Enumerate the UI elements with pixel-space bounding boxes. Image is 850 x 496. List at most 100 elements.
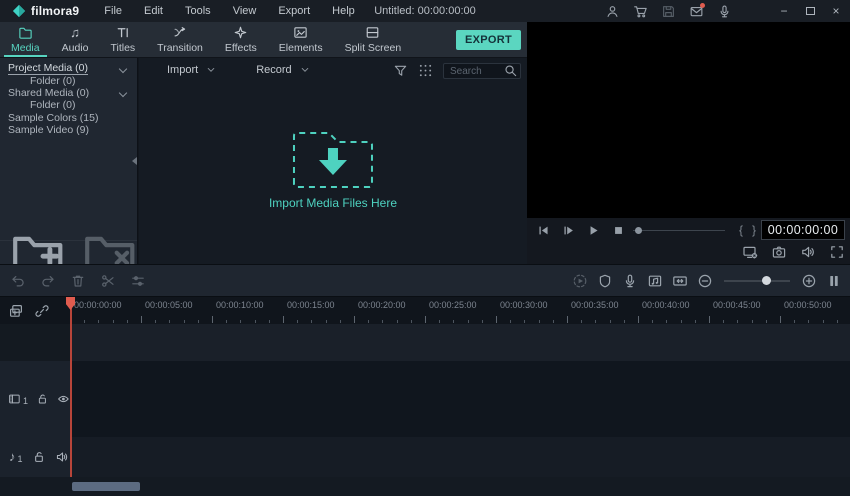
redo-icon[interactable]: [40, 273, 56, 289]
close-button[interactable]: ×: [830, 0, 842, 22]
adjust-icon[interactable]: [130, 273, 146, 289]
mail-icon[interactable]: [689, 4, 704, 19]
zoom-in-icon[interactable]: [801, 273, 817, 289]
chevron-down-icon[interactable]: [120, 89, 127, 96]
tab-label: Titles: [110, 42, 135, 54]
account-icon[interactable]: [605, 4, 620, 19]
sidebar-item-sample-colors-15[interactable]: Sample Colors (15): [0, 112, 137, 124]
display-settings-icon[interactable]: [742, 244, 758, 260]
title-bar: filmora9 FileEditToolsViewExportHelp Unt…: [0, 0, 850, 22]
previous-frame-button[interactable]: [537, 224, 550, 237]
filmora-app-window: filmora9 FileEditToolsViewExportHelp Unt…: [0, 0, 850, 496]
record-dropdown[interactable]: Record: [250, 64, 315, 76]
ruler-tick: [823, 320, 824, 323]
menu-file[interactable]: File: [93, 0, 133, 22]
sidebar-item-project-media-0[interactable]: Project Media (0): [0, 62, 137, 74]
ruler-tick: [524, 320, 525, 323]
ruler-tick: [155, 320, 156, 323]
maximize-button[interactable]: [804, 0, 816, 22]
media-toolbar: Import Record: [139, 58, 527, 82]
volume-icon[interactable]: [800, 244, 816, 260]
save-icon[interactable]: [661, 4, 676, 19]
tab-transition[interactable]: Transition: [146, 22, 214, 57]
grid-view-icon[interactable]: [418, 63, 433, 78]
seek-slider[interactable]: [633, 224, 725, 237]
preview-screen[interactable]: [527, 22, 850, 218]
audio-mixer-icon[interactable]: [647, 273, 663, 289]
import-label: Import: [167, 64, 198, 76]
preview-options: [527, 242, 850, 264]
fullscreen-icon[interactable]: [829, 244, 845, 260]
ruler-tick: [212, 316, 213, 323]
stop-button[interactable]: [612, 224, 625, 237]
zoom-out-icon[interactable]: [697, 273, 713, 289]
ruler-tick: [666, 320, 667, 323]
import-dropdown[interactable]: Import: [161, 64, 222, 76]
timeline-panel: 00:00:00:0000:00:05:0000:00:10:0000:00:1…: [0, 297, 850, 496]
menu-edit[interactable]: Edit: [133, 0, 174, 22]
menu-tools[interactable]: Tools: [174, 0, 222, 22]
sidebar-item-folder-0[interactable]: Folder (0): [0, 99, 137, 111]
marker-icon[interactable]: [597, 273, 613, 289]
sidebar-collapse-handle[interactable]: [131, 152, 138, 168]
next-frame-button[interactable]: [562, 224, 575, 237]
minimize-button[interactable]: −: [778, 0, 790, 22]
audio-track[interactable]: ♪ 1: [0, 437, 850, 477]
timeline-scrollbar-thumb[interactable]: [72, 482, 140, 491]
timeline-zoom-slider[interactable]: [724, 274, 790, 288]
tab-effects[interactable]: Effects: [214, 22, 268, 57]
sidebar-item-sample-video-9[interactable]: Sample Video (9): [0, 124, 137, 136]
tab-media[interactable]: Media: [0, 22, 51, 57]
play-button[interactable]: [587, 224, 600, 237]
mute-speaker-icon[interactable]: [55, 450, 69, 464]
video-track[interactable]: 1: [0, 361, 850, 437]
chevron-down-icon[interactable]: [120, 65, 127, 72]
playhead-line[interactable]: [70, 297, 72, 491]
lock-icon[interactable]: [32, 450, 46, 464]
ruler-tick: [624, 320, 625, 323]
timeline-scrollbar[interactable]: [0, 477, 850, 496]
ruler-label: 00:00:20:00: [358, 300, 406, 310]
video-track-header: 1: [0, 361, 70, 437]
voiceover-mic-icon[interactable]: [622, 273, 638, 289]
split-scissors-icon[interactable]: [100, 273, 116, 289]
ruler-tick: [311, 320, 312, 323]
seek-handle[interactable]: [635, 227, 642, 234]
sidebar-item-shared-media-0[interactable]: Shared Media (0): [0, 87, 137, 99]
tab-split-screen[interactable]: Split Screen: [334, 22, 413, 57]
ruler-label: 00:00:30:00: [500, 300, 548, 310]
titles-icon: [115, 25, 130, 40]
dropzone-label: Import Media Files Here: [269, 196, 397, 210]
zoom-to-fit-icon[interactable]: [672, 273, 688, 289]
menu-view[interactable]: View: [222, 0, 268, 22]
effects-icon: [233, 25, 248, 40]
filter-icon[interactable]: [393, 63, 408, 78]
ruler-tick: [439, 320, 440, 323]
menu-export[interactable]: Export: [267, 0, 321, 22]
timeline-ruler[interactable]: 00:00:00:0000:00:05:0000:00:10:0000:00:1…: [70, 297, 850, 324]
lock-icon[interactable]: [36, 392, 49, 406]
tab-audio[interactable]: ♫Audio: [51, 22, 100, 57]
manage-tracks-icon[interactable]: [8, 303, 24, 319]
render-preview-icon[interactable]: [572, 273, 588, 289]
undo-icon[interactable]: [10, 273, 26, 289]
microphone-icon[interactable]: [717, 4, 732, 19]
snapshot-camera-icon[interactable]: [771, 244, 787, 260]
ruler-label: 00:00:40:00: [642, 300, 690, 310]
import-media-dropzone[interactable]: Import Media Files Here: [269, 126, 397, 210]
export-button[interactable]: EXPORT: [456, 30, 521, 50]
zoom-slider-handle[interactable]: [762, 276, 771, 285]
mark-out-button[interactable]: }: [752, 223, 756, 237]
tab-label: Transition: [157, 42, 203, 54]
menu-help[interactable]: Help: [321, 0, 366, 22]
sidebar-item-folder-0[interactable]: Folder (0): [0, 74, 137, 86]
delete-icon[interactable]: [70, 273, 86, 289]
cart-icon[interactable]: [633, 4, 648, 19]
link-icon[interactable]: [34, 303, 50, 319]
eye-icon[interactable]: [57, 392, 70, 406]
tab-titles[interactable]: Titles: [99, 22, 146, 57]
mark-in-button[interactable]: {: [739, 223, 743, 237]
track-height-icon[interactable]: [826, 273, 842, 289]
preview-timecode: 00:00:00:00: [761, 220, 845, 240]
tab-elements[interactable]: Elements: [268, 22, 334, 57]
